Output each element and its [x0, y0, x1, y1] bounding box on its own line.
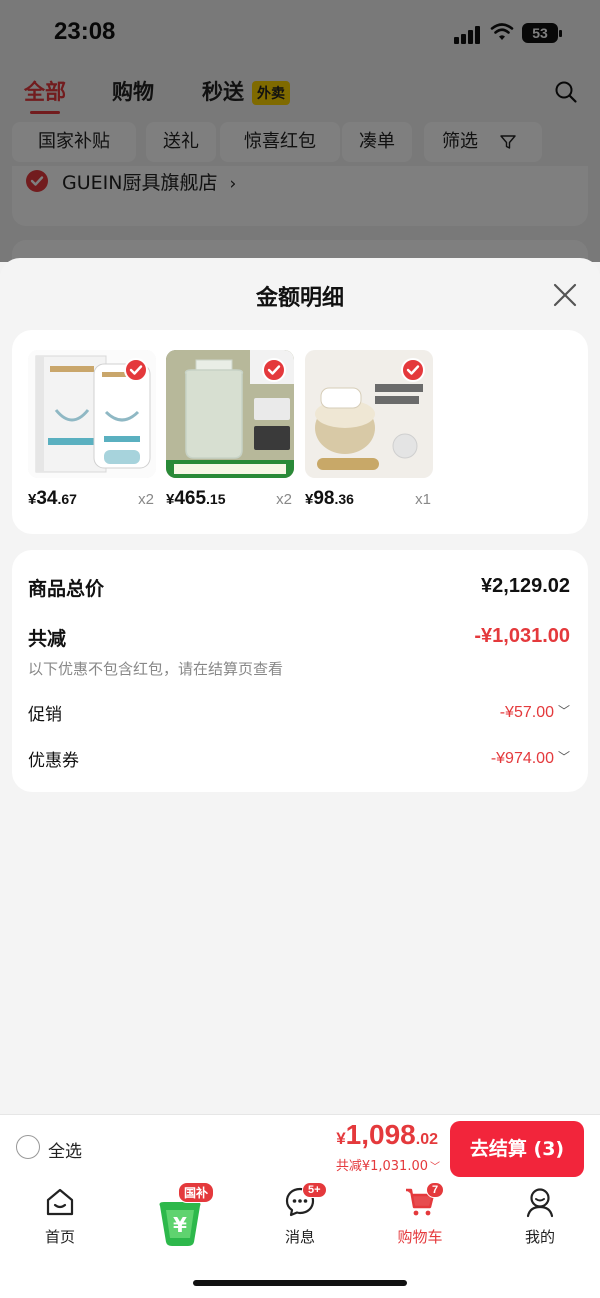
cart-badge: 7	[426, 1182, 445, 1198]
price-integer: 34	[36, 488, 58, 509]
overlay-dim[interactable]	[0, 0, 600, 262]
check-icon	[267, 365, 281, 375]
product-quantity: x1	[415, 491, 431, 508]
product-price: ¥465.15	[166, 488, 226, 510]
total-integer: 1,098	[345, 1119, 416, 1150]
product-price: ¥34.67	[28, 488, 77, 510]
total-currency: ¥	[336, 1129, 346, 1148]
svg-text:¥: ¥	[173, 1213, 187, 1237]
tab-profile-label: 我的	[524, 1228, 555, 1246]
product-checkbox-checked[interactable]	[124, 358, 148, 382]
close-icon[interactable]	[550, 280, 580, 310]
total-discount-text: 共减¥1,031.00	[335, 1159, 428, 1174]
checkout-button[interactable]: 去结算 (3)	[450, 1121, 584, 1177]
price-decimal: .67	[57, 491, 77, 507]
discount-hint: 以下优惠不包含红包，请在结算页查看	[28, 660, 284, 678]
tab-messages[interactable]: 5+ 消息	[250, 1182, 350, 1246]
subsidy-badge: 国补	[178, 1182, 215, 1203]
sheet-title: 金额明细	[255, 286, 344, 311]
coupon-label: 优惠券	[28, 751, 79, 771]
check-icon	[129, 365, 143, 375]
coupon-value: -¥974.00	[490, 750, 554, 767]
total-amount: ¥1,098.02	[336, 1119, 438, 1151]
price-decimal: .15	[206, 491, 226, 507]
products-card: ¥34.67 x2 ¥465.15 x2 ¥98.36 x1	[12, 330, 588, 534]
product-item[interactable]: ¥34.67 x2	[28, 350, 156, 510]
tab-bar: 首页 ¥ 国补 5+ 消息 7 购物车 我的	[0, 1180, 600, 1298]
discount-total-label: 共减	[28, 628, 67, 650]
product-quantity: x2	[138, 491, 154, 508]
chevron-down-icon: ﹀	[557, 704, 570, 718]
checkout-bar: 全选 ¥1,098.02 共减¥1,031.00 ﹀ 去结算 (3)	[0, 1114, 600, 1180]
home-icon	[46, 1188, 74, 1216]
amount-detail-sheet: 金额明细 ¥34.67 x2 ¥465.15 x2 ¥98.36 x1 商品总价…	[0, 258, 600, 1114]
price-integer: 465	[174, 488, 207, 509]
coupon-row[interactable]: -¥974.00 ﹀	[491, 748, 570, 768]
select-all-label[interactable]: 全选	[48, 1137, 82, 1162]
tab-cart[interactable]: 7 购物车	[370, 1182, 470, 1246]
product-checkbox-checked[interactable]	[401, 358, 425, 382]
tab-messages-label: 消息	[284, 1228, 315, 1246]
product-quantity: x2	[276, 491, 292, 508]
product-item[interactable]: ¥98.36 x1	[305, 350, 433, 510]
tab-national-subsidy[interactable]: ¥ 国补	[130, 1182, 230, 1246]
product-item[interactable]: ¥465.15 x2	[166, 350, 294, 510]
summary-card: 商品总价 ¥2,129.02 共减 -¥1,031.00 以下优惠不包含红包，请…	[12, 550, 588, 792]
promo-row[interactable]: -¥57.00 ﹀	[500, 702, 570, 722]
tab-profile[interactable]: 我的	[490, 1186, 590, 1246]
profile-icon	[526, 1188, 554, 1218]
product-checkbox-checked[interactable]	[262, 358, 286, 382]
check-icon	[406, 365, 420, 375]
select-all-radio[interactable]	[16, 1135, 40, 1159]
chevron-down-icon: ﹀	[430, 1162, 440, 1173]
promo-label: 促销	[28, 705, 62, 725]
total-decimal: .02	[415, 1131, 438, 1148]
total-discount-toggle[interactable]: 共减¥1,031.00 ﹀	[336, 1155, 440, 1174]
chevron-down-icon: ﹀	[557, 750, 570, 764]
tab-cart-label: 购物车	[397, 1228, 443, 1246]
goods-total-value: ¥2,129.02	[481, 575, 570, 597]
price-decimal: .36	[334, 491, 354, 507]
discount-total-value: -¥1,031.00	[474, 625, 570, 647]
goods-total-label: 商品总价	[28, 578, 105, 600]
tab-home-label: 首页	[44, 1228, 75, 1246]
home-indicator	[193, 1280, 407, 1286]
promo-value: -¥57.00	[499, 704, 554, 721]
tab-home[interactable]: 首页	[10, 1186, 110, 1246]
product-price: ¥98.36	[305, 488, 354, 510]
messages-badge: 5+	[302, 1182, 327, 1198]
price-integer: 98	[313, 488, 335, 509]
